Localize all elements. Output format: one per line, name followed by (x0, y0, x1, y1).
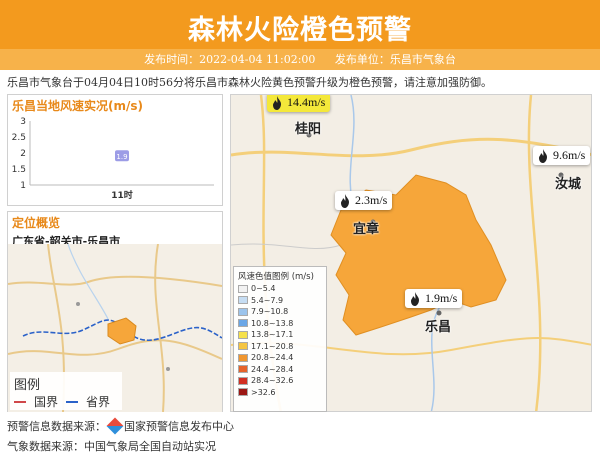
city-label-lechang: 乐昌 (425, 320, 452, 335)
location-panel: 定位概览 广东省-韶关市-乐昌市 图例 国界 省界 (7, 211, 223, 412)
wind-legend-item: 5.4~7.9 (238, 295, 322, 307)
wind-legend-swatch (238, 353, 248, 362)
x-tick-label: 11时 (111, 189, 133, 201)
wind-legend-item: 28.4~32.6 (238, 375, 322, 387)
wind-value-guiyang: 14.4m/s (287, 95, 326, 109)
wind-value-rucheng: 9.6m/s (553, 148, 586, 162)
wind-legend-label: 24.4~28.4 (251, 364, 294, 374)
wind-legend-item: 17.1~20.8 (238, 341, 322, 353)
province-border-swatch (66, 400, 79, 403)
warning-center-logo-icon (106, 417, 124, 435)
wind-badge-lechang[interactable]: 1.9m/s (405, 289, 463, 308)
publish-time: 发布时间：2022-04-04 11:02:00 (144, 53, 316, 66)
wind-badge-rucheng[interactable]: 9.6m/s (533, 146, 591, 165)
wind-legend-label: 5.4~7.9 (251, 295, 284, 305)
wind-legend-item: >32.6 (238, 387, 322, 399)
legend-province-border: 省界 (86, 395, 111, 409)
warning-source: 预警信息数据来源： 国家预警信息发布中心 (7, 417, 234, 435)
wind-legend-label: 28.4~32.6 (251, 376, 294, 386)
fire-icon (273, 95, 281, 110)
wind-legend-label: 0~5.4 (251, 284, 276, 294)
wind-legend-swatch (238, 365, 248, 374)
wind-value-lechang: 1.9m/s (425, 291, 458, 305)
wind-legend-swatch (238, 307, 248, 316)
wind-value-yizhang: 2.3m/s (355, 193, 388, 207)
legend-country-border: 国界 (34, 395, 59, 409)
fire-icon (411, 291, 419, 306)
wind-legend-rows: 0~5.4 5.4~7.9 7.9~10.8 10.8~13.8 13.8~17.1 17… (238, 283, 322, 398)
header-banner: 森林火险橙色预警 发布时间：2022-04-04 11:02:00 发布单位：乐… (0, 0, 600, 70)
wind-badge-yizhang[interactable]: 2.3m/s (335, 191, 393, 210)
weather-source: 气象数据来源：中国气象局全国自动站实况 (7, 440, 216, 453)
wind-legend-swatch (238, 296, 248, 305)
meta-bar: 发布时间：2022-04-04 11:02:00 发布单位：乐昌市气象台 (0, 49, 600, 70)
wind-legend-item: 0~5.4 (238, 283, 322, 295)
wind-legend-label: 20.8~24.4 (251, 353, 294, 363)
city-label-yizhang: 宜章 (353, 222, 380, 237)
wind-legend-label: >32.6 (251, 387, 276, 397)
data-label: 1.9 (116, 153, 127, 161)
wind-legend-item: 20.8~24.4 (238, 352, 322, 364)
y-tick-label: 2.5 (12, 133, 26, 143)
y-tick-label: 1.5 (12, 165, 26, 175)
wind-legend-item: 24.4~28.4 (238, 364, 322, 376)
wind-legend-swatch (238, 330, 248, 339)
wind-badge-guiyang[interactable]: 14.4m/s (267, 95, 331, 112)
intro-text: 乐昌市气象台于04月04日10时56分将乐昌市森林火险黄色预警升级为橙色预警，请… (7, 76, 492, 89)
city-label-rucheng: 汝城 (555, 177, 582, 192)
location-panel-title: 定位概览 (12, 216, 61, 230)
warning-source-label: 预警信息数据来源： (7, 420, 106, 433)
wind-legend-item: 7.9~10.8 (238, 306, 322, 318)
country-border-swatch (14, 400, 26, 403)
wind-legend-swatch (238, 319, 248, 328)
wind-legend-label: 10.8~13.8 (251, 318, 294, 328)
wind-legend-item: 10.8~13.8 (238, 318, 322, 330)
fire-icon (539, 148, 547, 163)
wind-color-legend: 风速色值图例 (m/s) 0~5.4 5.4~7.9 7.9~10.8 10.8~13… (233, 266, 327, 412)
wind-legend-swatch (238, 284, 248, 293)
y-tick-label: 1 (20, 181, 26, 191)
wind-chart: 1 1.5 2 2.5 3 11时 1.9 (12, 117, 214, 201)
wind-legend-swatch (238, 342, 248, 351)
overview-legend-title: 图例 (14, 378, 41, 393)
wind-legend-swatch (238, 388, 248, 397)
publisher: 发布单位：乐昌市气象台 (334, 53, 456, 66)
wind-speed-panel: 乐昌当地风速实况(m/s) 1 1.5 2 2.5 3 11时 1.9 (7, 94, 223, 206)
city-label-guiyang: 桂阳 (295, 122, 322, 137)
wind-legend-label: 13.8~17.1 (251, 330, 294, 340)
overview-legend: 图例 国界 省界 (10, 372, 122, 410)
wind-legend-item: 13.8~17.1 (238, 329, 322, 341)
wind-legend-label: 7.9~10.8 (251, 307, 289, 317)
fire-icon (341, 193, 349, 208)
y-tick-label: 2 (20, 149, 26, 159)
page-title: 森林火险橙色预警 (188, 15, 412, 46)
y-tick-label: 3 (20, 117, 26, 127)
wind-legend-label: 17.1~20.8 (251, 341, 294, 351)
wind-legend-swatch (238, 376, 248, 385)
warning-source-name[interactable]: 国家预警信息发布中心 (124, 418, 234, 434)
wind-legend-title: 风速色值图例 (m/s) (238, 272, 314, 282)
